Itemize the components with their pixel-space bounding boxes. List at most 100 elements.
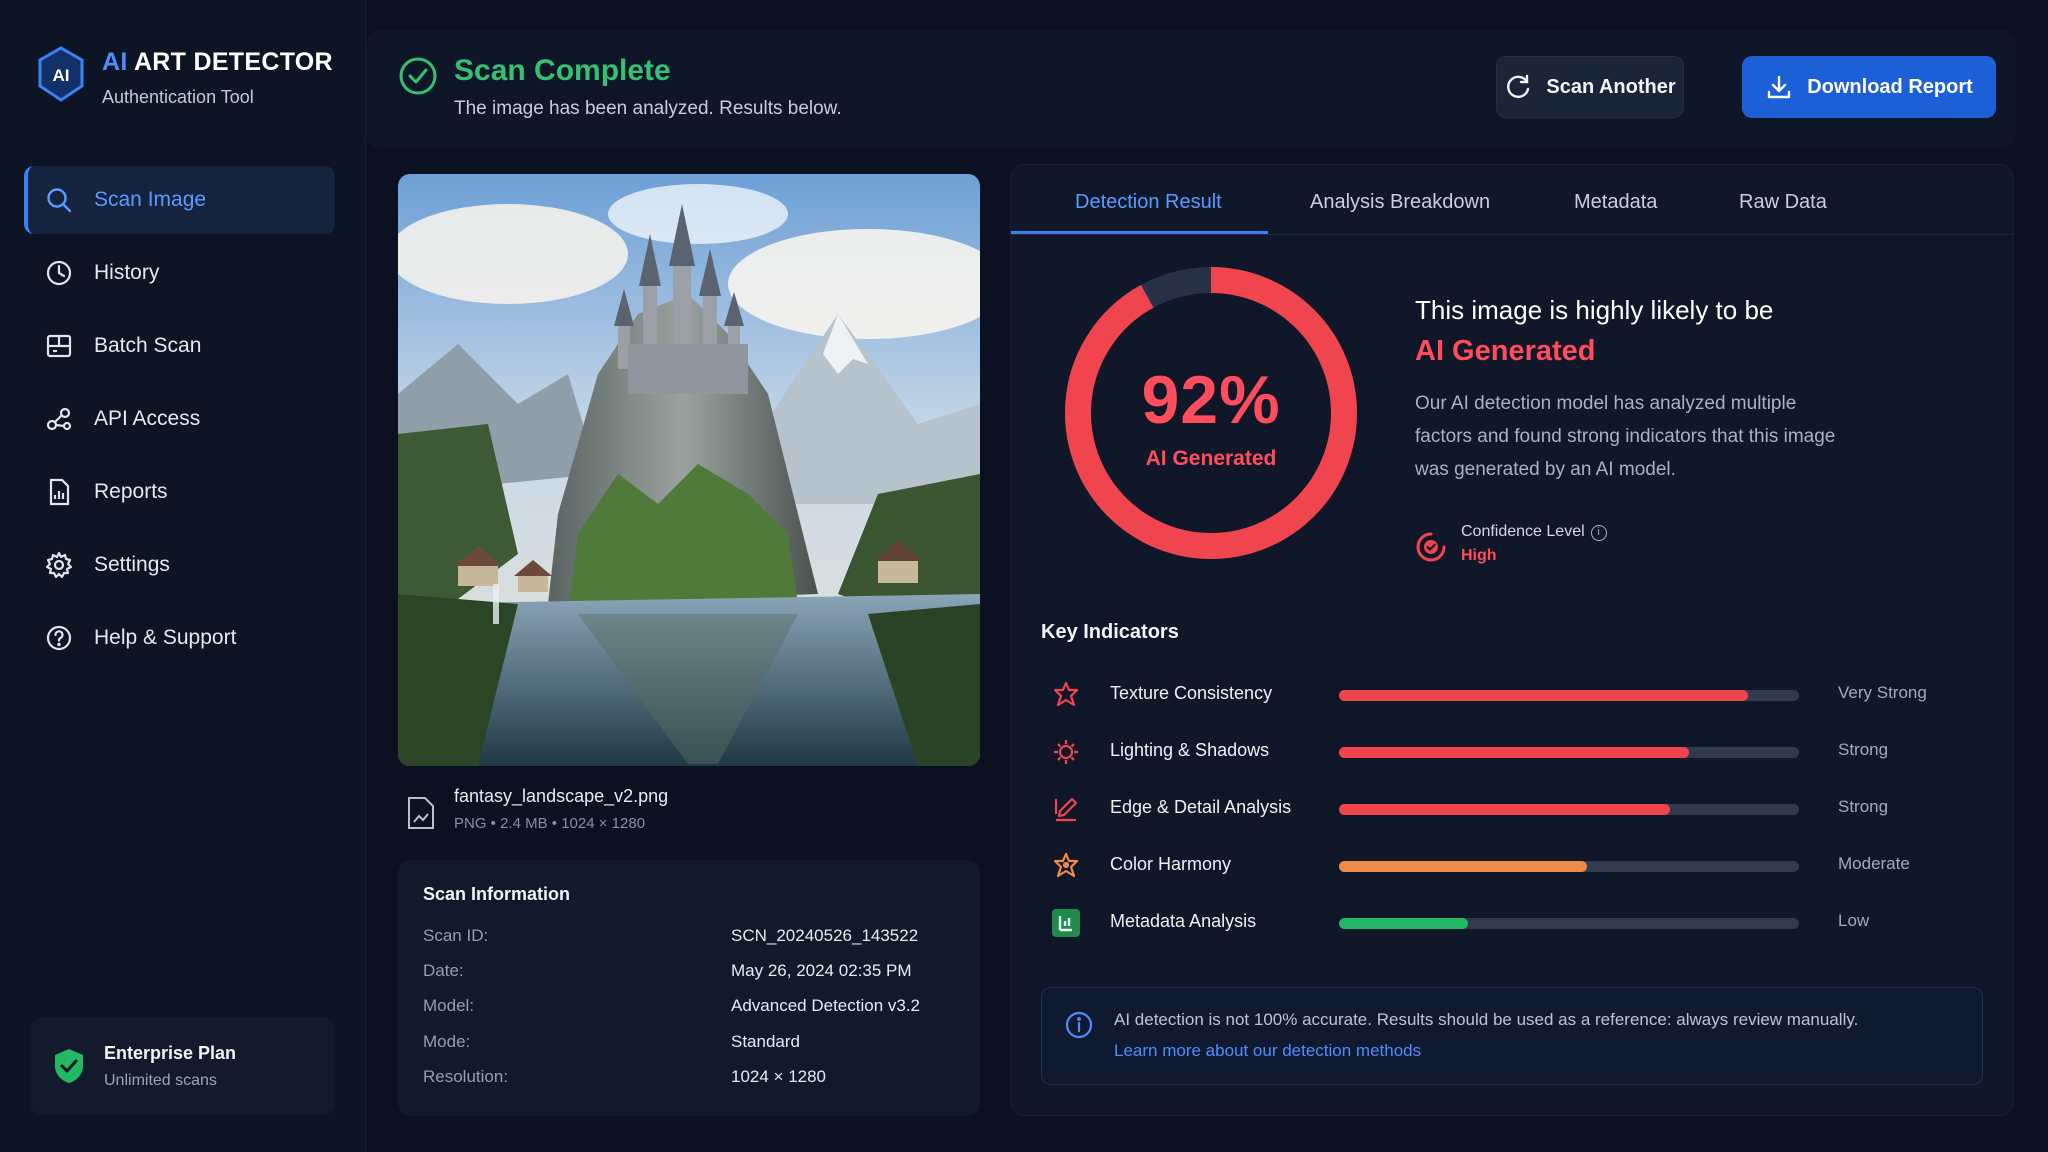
info-key: Scan ID:: [423, 926, 489, 945]
refresh-icon: [1507, 74, 1530, 98]
indicator-row: Texture Consistency Very Strong: [1041, 674, 2001, 714]
indicator-level: Strong: [1838, 797, 1889, 816]
sidebar-item-label: History: [94, 261, 160, 284]
sidebar-item-label: API Access: [94, 407, 201, 430]
batch-icon: [46, 334, 72, 358]
plan-title: Enterprise Plan: [104, 1042, 237, 1063]
download-report-button[interactable]: Download Report: [1742, 56, 1996, 118]
notice-text: AI detection is not 100% accurate. Resul…: [1114, 1010, 1859, 1029]
sidebar-item-scan-image[interactable]: Scan Image: [24, 166, 335, 234]
indicator-level: Low: [1838, 911, 1870, 930]
indicator-track: [1339, 804, 1799, 815]
indicator-track: [1339, 918, 1799, 929]
indicator-track: [1339, 747, 1799, 758]
scan-another-label: Scan Another: [1546, 75, 1676, 98]
brand: AI AI ART DETECTOR Authentication Tool: [36, 46, 333, 108]
brand-subtitle: Authentication Tool: [102, 87, 254, 107]
file-info: fantasy_landscape_v2.png PNG • 2.4 MB • …: [406, 784, 668, 832]
info-key: Mode:: [423, 1032, 471, 1051]
search-icon: [47, 188, 72, 213]
shield-check-icon: [55, 1049, 83, 1083]
scanned-image: [398, 174, 980, 766]
indicator-name: Edge & Detail Analysis: [1110, 797, 1292, 817]
sidebar-item-label: Help & Support: [94, 626, 237, 649]
plan-subtitle: Unlimited scans: [104, 1071, 217, 1089]
download-icon: [1768, 75, 1791, 99]
palette-icon: [1053, 852, 1079, 878]
indicator-row: Metadata Analysis Low: [1041, 902, 2001, 942]
header: Scan Complete The image has been analyze…: [366, 0, 2048, 148]
sidebar-item-settings[interactable]: Settings: [24, 531, 335, 599]
key-indicators-title: Key Indicators: [1041, 621, 1179, 643]
file-name: fantasy_landscape_v2.png: [454, 786, 669, 806]
sun-icon: [1054, 740, 1078, 764]
tab-analysis-breakdown[interactable]: Analysis Breakdown: [1310, 191, 1490, 214]
indicator-bar: [1339, 804, 1671, 815]
sidebar-nav: Scan Image History Batch Scan API Access…: [24, 166, 335, 677]
tab-detection-result[interactable]: Detection Result: [1075, 191, 1222, 214]
shield-logo-icon: AI: [38, 46, 84, 102]
clock-icon: [46, 260, 72, 286]
info-key: Model:: [423, 996, 475, 1015]
indicator-name: Metadata Analysis: [1110, 911, 1257, 931]
tab-raw-data[interactable]: Raw Data: [1739, 191, 1827, 214]
sidebar-item-batch-scan[interactable]: Batch Scan: [24, 312, 335, 380]
info-icon[interactable]: i: [1590, 525, 1607, 541]
report-icon: [49, 478, 70, 506]
scan-info-title: Scan Information: [423, 884, 571, 904]
result-tabs: Detection Result Analysis Breakdown Meta…: [1011, 165, 2013, 235]
sidebar-item-label: Settings: [94, 553, 170, 576]
sidebar-item-help-support[interactable]: Help & Support: [24, 604, 335, 672]
sidebar-item-history[interactable]: History: [24, 239, 335, 307]
indicator-bar: [1339, 918, 1468, 929]
scan-another-button[interactable]: Scan Another: [1496, 56, 1684, 118]
page-title: Scan Complete: [454, 54, 671, 87]
ai-percentage-label: AI Generated: [1145, 447, 1277, 470]
api-icon: [46, 407, 72, 431]
indicator-row: Lighting & Shadows Strong: [1041, 731, 2001, 771]
indicator-name: Texture Consistency: [1110, 683, 1273, 703]
verdict-result: AI Generated: [1415, 335, 1596, 367]
image-file-icon: [408, 797, 434, 829]
sidebar-item-label: Batch Scan: [94, 334, 202, 357]
gear-icon: [45, 551, 73, 579]
ai-percentage: 92%: [1141, 362, 1281, 438]
verdict-line: This image is highly likely to be: [1415, 295, 1774, 325]
info-value: Advanced Detection v3.2: [731, 996, 921, 1015]
page-subtitle: The image has been analyzed. Results bel…: [454, 98, 842, 119]
indicator-row: Edge & Detail Analysis Strong: [1041, 788, 2001, 828]
active-tab-indicator: [1011, 231, 1268, 234]
verdict-description: Our AI detection model has analyzed mult…: [1415, 393, 1836, 480]
indicator-track: [1339, 690, 1799, 701]
indicator-bar: [1339, 861, 1588, 872]
accuracy-notice: AI detection is not 100% accurate. Resul…: [1041, 987, 1983, 1085]
scan-info-card: Scan Information Scan ID: SCN_20240526_14…: [398, 860, 980, 1116]
brand-title: AI ART DETECTOR: [102, 48, 333, 77]
help-icon: [46, 625, 72, 651]
file-meta: PNG • 2.4 MB • 1024 × 1280: [454, 815, 646, 832]
info-value: SCN_20240526_143522: [731, 926, 919, 945]
confidence-level: Confidence Level i High: [1415, 523, 1607, 565]
brand-title-rest: ART DETECTOR: [133, 48, 333, 76]
sidebar-item-label: Scan Image: [94, 188, 207, 211]
info-key: Resolution:: [423, 1067, 509, 1086]
indicator-level: Very Strong: [1838, 683, 1927, 702]
plan-card[interactable]: Enterprise Plan Unlimited scans: [30, 1017, 335, 1115]
info-value: May 26, 2024 02:35 PM: [731, 961, 912, 980]
sidebar-item-label: Reports: [94, 480, 168, 503]
sidebar-item-api-access[interactable]: API Access: [24, 385, 335, 453]
indicator-level: Moderate: [1838, 854, 1910, 873]
confidence-value: High: [1461, 547, 1497, 564]
download-report-label: Download Report: [1807, 75, 1973, 98]
sidebar-item-reports[interactable]: Reports: [24, 458, 335, 526]
learn-more-link[interactable]: Learn more about our detection methods: [1114, 1041, 1421, 1061]
tab-metadata[interactable]: Metadata: [1574, 191, 1657, 214]
indicator-row: Color Harmony Moderate: [1041, 845, 2001, 885]
result-panel: Detection Result Analysis Breakdown Meta…: [1010, 164, 2014, 1116]
info-value: 1024 × 1280: [731, 1067, 827, 1086]
brand-title-ai: AI: [102, 48, 128, 76]
texture-icon: [1053, 681, 1079, 707]
fantasy-landscape-image: [398, 174, 980, 766]
metadata-icon: [1052, 909, 1080, 937]
confidence-label-text: Confidence Level: [1461, 523, 1585, 540]
